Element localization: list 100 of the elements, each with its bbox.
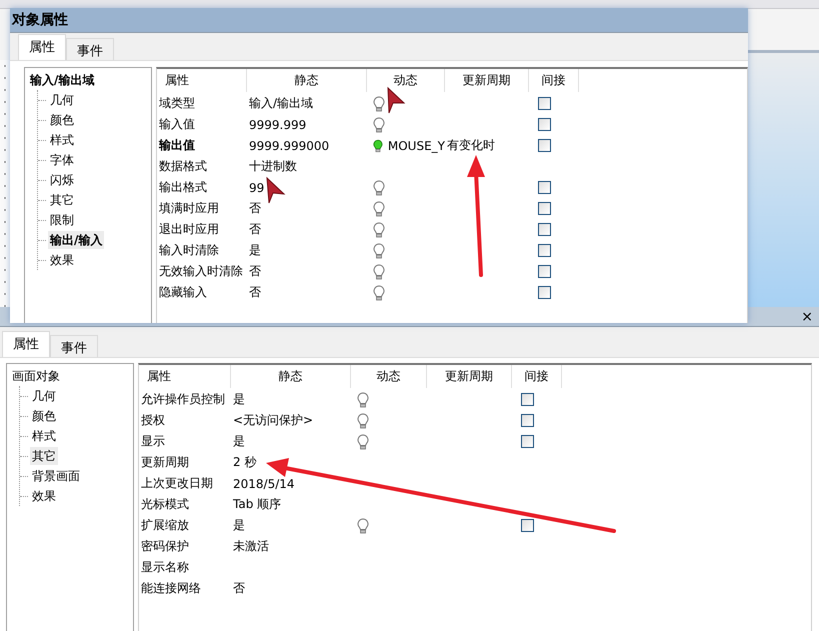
tree-item[interactable]: 输出/输入 <box>48 231 104 249</box>
lightbulb-icon[interactable] <box>373 116 385 132</box>
table-cell-text: 允许操作员控制 <box>140 391 226 408</box>
tab[interactable]: 属性 <box>18 34 66 60</box>
lightbulb-icon[interactable] <box>357 518 369 534</box>
table-cell: 否 <box>249 284 261 301</box>
lightbulb-icon[interactable] <box>373 284 385 300</box>
table-cell-text: 无效输入时清除 <box>158 263 244 280</box>
checkbox[interactable] <box>538 286 551 299</box>
table-cell: 99 <box>249 180 264 194</box>
checkbox[interactable] <box>538 265 551 278</box>
table-cell: 否 <box>233 580 245 597</box>
tree-item[interactable]: 其它 <box>30 447 58 465</box>
table-cell: Tab 顺序 <box>233 496 282 513</box>
checkbox[interactable] <box>538 223 551 236</box>
lightbulb-icon[interactable] <box>373 96 385 112</box>
cursor-icon <box>387 86 406 114</box>
table-cell: <无访问保护> <box>233 412 314 429</box>
tree-item[interactable]: 限制 <box>48 211 76 229</box>
table-cell-text: 更新周期 <box>140 454 190 471</box>
table-cell: 未激活 <box>233 538 269 555</box>
checkbox[interactable] <box>521 414 534 427</box>
tree-item[interactable]: 颜色 <box>48 111 76 129</box>
table-cell-text: 显示 <box>140 433 166 450</box>
table-cell-text: 显示名称 <box>140 559 190 576</box>
checkbox[interactable] <box>538 97 551 110</box>
checkbox[interactable] <box>538 244 551 257</box>
lightbulb-icon[interactable] <box>357 412 369 428</box>
lightbulb-icon[interactable] <box>357 434 369 450</box>
column-header: 动态 <box>351 365 427 388</box>
table-cell-text: 授权 <box>140 412 166 429</box>
lightbulb-icon[interactable] <box>373 180 385 196</box>
column-header: 静态 <box>247 69 367 92</box>
table-cell: 9999.999000 <box>249 138 330 152</box>
tree-item[interactable]: 其它 <box>48 191 76 209</box>
checkbox[interactable] <box>538 118 551 131</box>
table-cell: 十进制数 <box>249 158 297 175</box>
column-header: 间接 <box>512 365 562 388</box>
table-cell-text: 输入值 <box>158 116 196 133</box>
table-cell: 输入/输出域 <box>249 95 314 112</box>
checkbox[interactable] <box>521 435 534 448</box>
table-cell-text: 上次更改日期 <box>140 475 214 492</box>
lightbulb-icon[interactable] <box>373 138 383 154</box>
table-cell-text: 能连接网络 <box>140 580 202 597</box>
checkbox[interactable] <box>521 519 534 532</box>
table-cell: 有变化时 <box>447 137 495 154</box>
column-header: 间接 <box>529 69 579 92</box>
table-cell: 2 秒 <box>233 454 256 471</box>
table-cell: 是 <box>233 391 245 408</box>
checkbox[interactable] <box>538 181 551 194</box>
table-cell: 否 <box>249 221 261 238</box>
checkbox[interactable] <box>521 393 534 406</box>
table-cell-text: 光标模式 <box>140 496 190 513</box>
tree-item[interactable]: 颜色 <box>30 407 58 425</box>
table-cell-text: 输出格式 <box>158 179 208 196</box>
checkbox[interactable] <box>538 202 551 215</box>
tab[interactable]: 事件 <box>66 38 114 60</box>
tree-item[interactable]: 画面对象 <box>12 367 60 386</box>
table-cell-text: 填满时应用 <box>158 200 220 217</box>
lightbulb-icon[interactable] <box>373 200 385 216</box>
table-cell-text: 域类型 <box>158 95 196 112</box>
table-cell: 否 <box>249 200 261 217</box>
table-cell-text: 输出值 <box>158 137 196 154</box>
table-cell-text: 输入时清除 <box>158 242 220 259</box>
table-cell: 是 <box>233 517 245 534</box>
table-cell: MOUSE_Y <box>388 138 445 152</box>
tree-item[interactable]: 几何 <box>30 387 58 405</box>
tree-item[interactable]: 样式 <box>48 131 76 149</box>
column-header: 属性 <box>157 69 247 92</box>
table-cell: 是 <box>233 433 245 450</box>
tree-item[interactable]: 样式 <box>30 427 58 445</box>
table-cell-text: 密码保护 <box>140 538 190 555</box>
table-cell-text: 隐藏输入 <box>158 284 208 301</box>
column-header: 更新周期 <box>427 365 512 388</box>
table-cell-text: 退出时应用 <box>158 221 220 238</box>
lightbulb-icon[interactable] <box>373 222 385 238</box>
lightbulb-icon[interactable] <box>373 242 385 258</box>
tree-item[interactable]: 几何 <box>48 91 76 109</box>
lightbulb-icon[interactable] <box>373 264 385 280</box>
tree-item[interactable]: 效果 <box>30 487 58 505</box>
close-button[interactable]: × <box>795 308 819 324</box>
tab[interactable]: 事件 <box>50 335 98 357</box>
tab[interactable]: 属性 <box>2 331 50 357</box>
tree-item[interactable]: 闪烁 <box>48 171 76 189</box>
tree-item[interactable]: 背景画面 <box>30 467 82 485</box>
tree-item[interactable]: 输入/输出域 <box>30 71 94 90</box>
checkbox[interactable] <box>538 139 551 152</box>
column-header: 更新周期 <box>445 69 529 92</box>
table-cell-text: 数据格式 <box>158 158 208 175</box>
table-cell: 是 <box>249 242 261 259</box>
window-title: 对象属性 <box>10 11 68 29</box>
table-cell-text: 扩展缩放 <box>140 517 190 534</box>
column-header: 属性 <box>139 365 231 388</box>
cursor-icon <box>266 176 286 204</box>
tree-item[interactable]: 效果 <box>48 251 76 269</box>
lightbulb-icon[interactable] <box>357 392 369 408</box>
table-cell: 2018/5/14 <box>233 476 295 490</box>
table-cell: 否 <box>249 263 261 280</box>
tree-item[interactable]: 字体 <box>48 151 76 169</box>
table-cell: 9999.999 <box>249 118 306 132</box>
